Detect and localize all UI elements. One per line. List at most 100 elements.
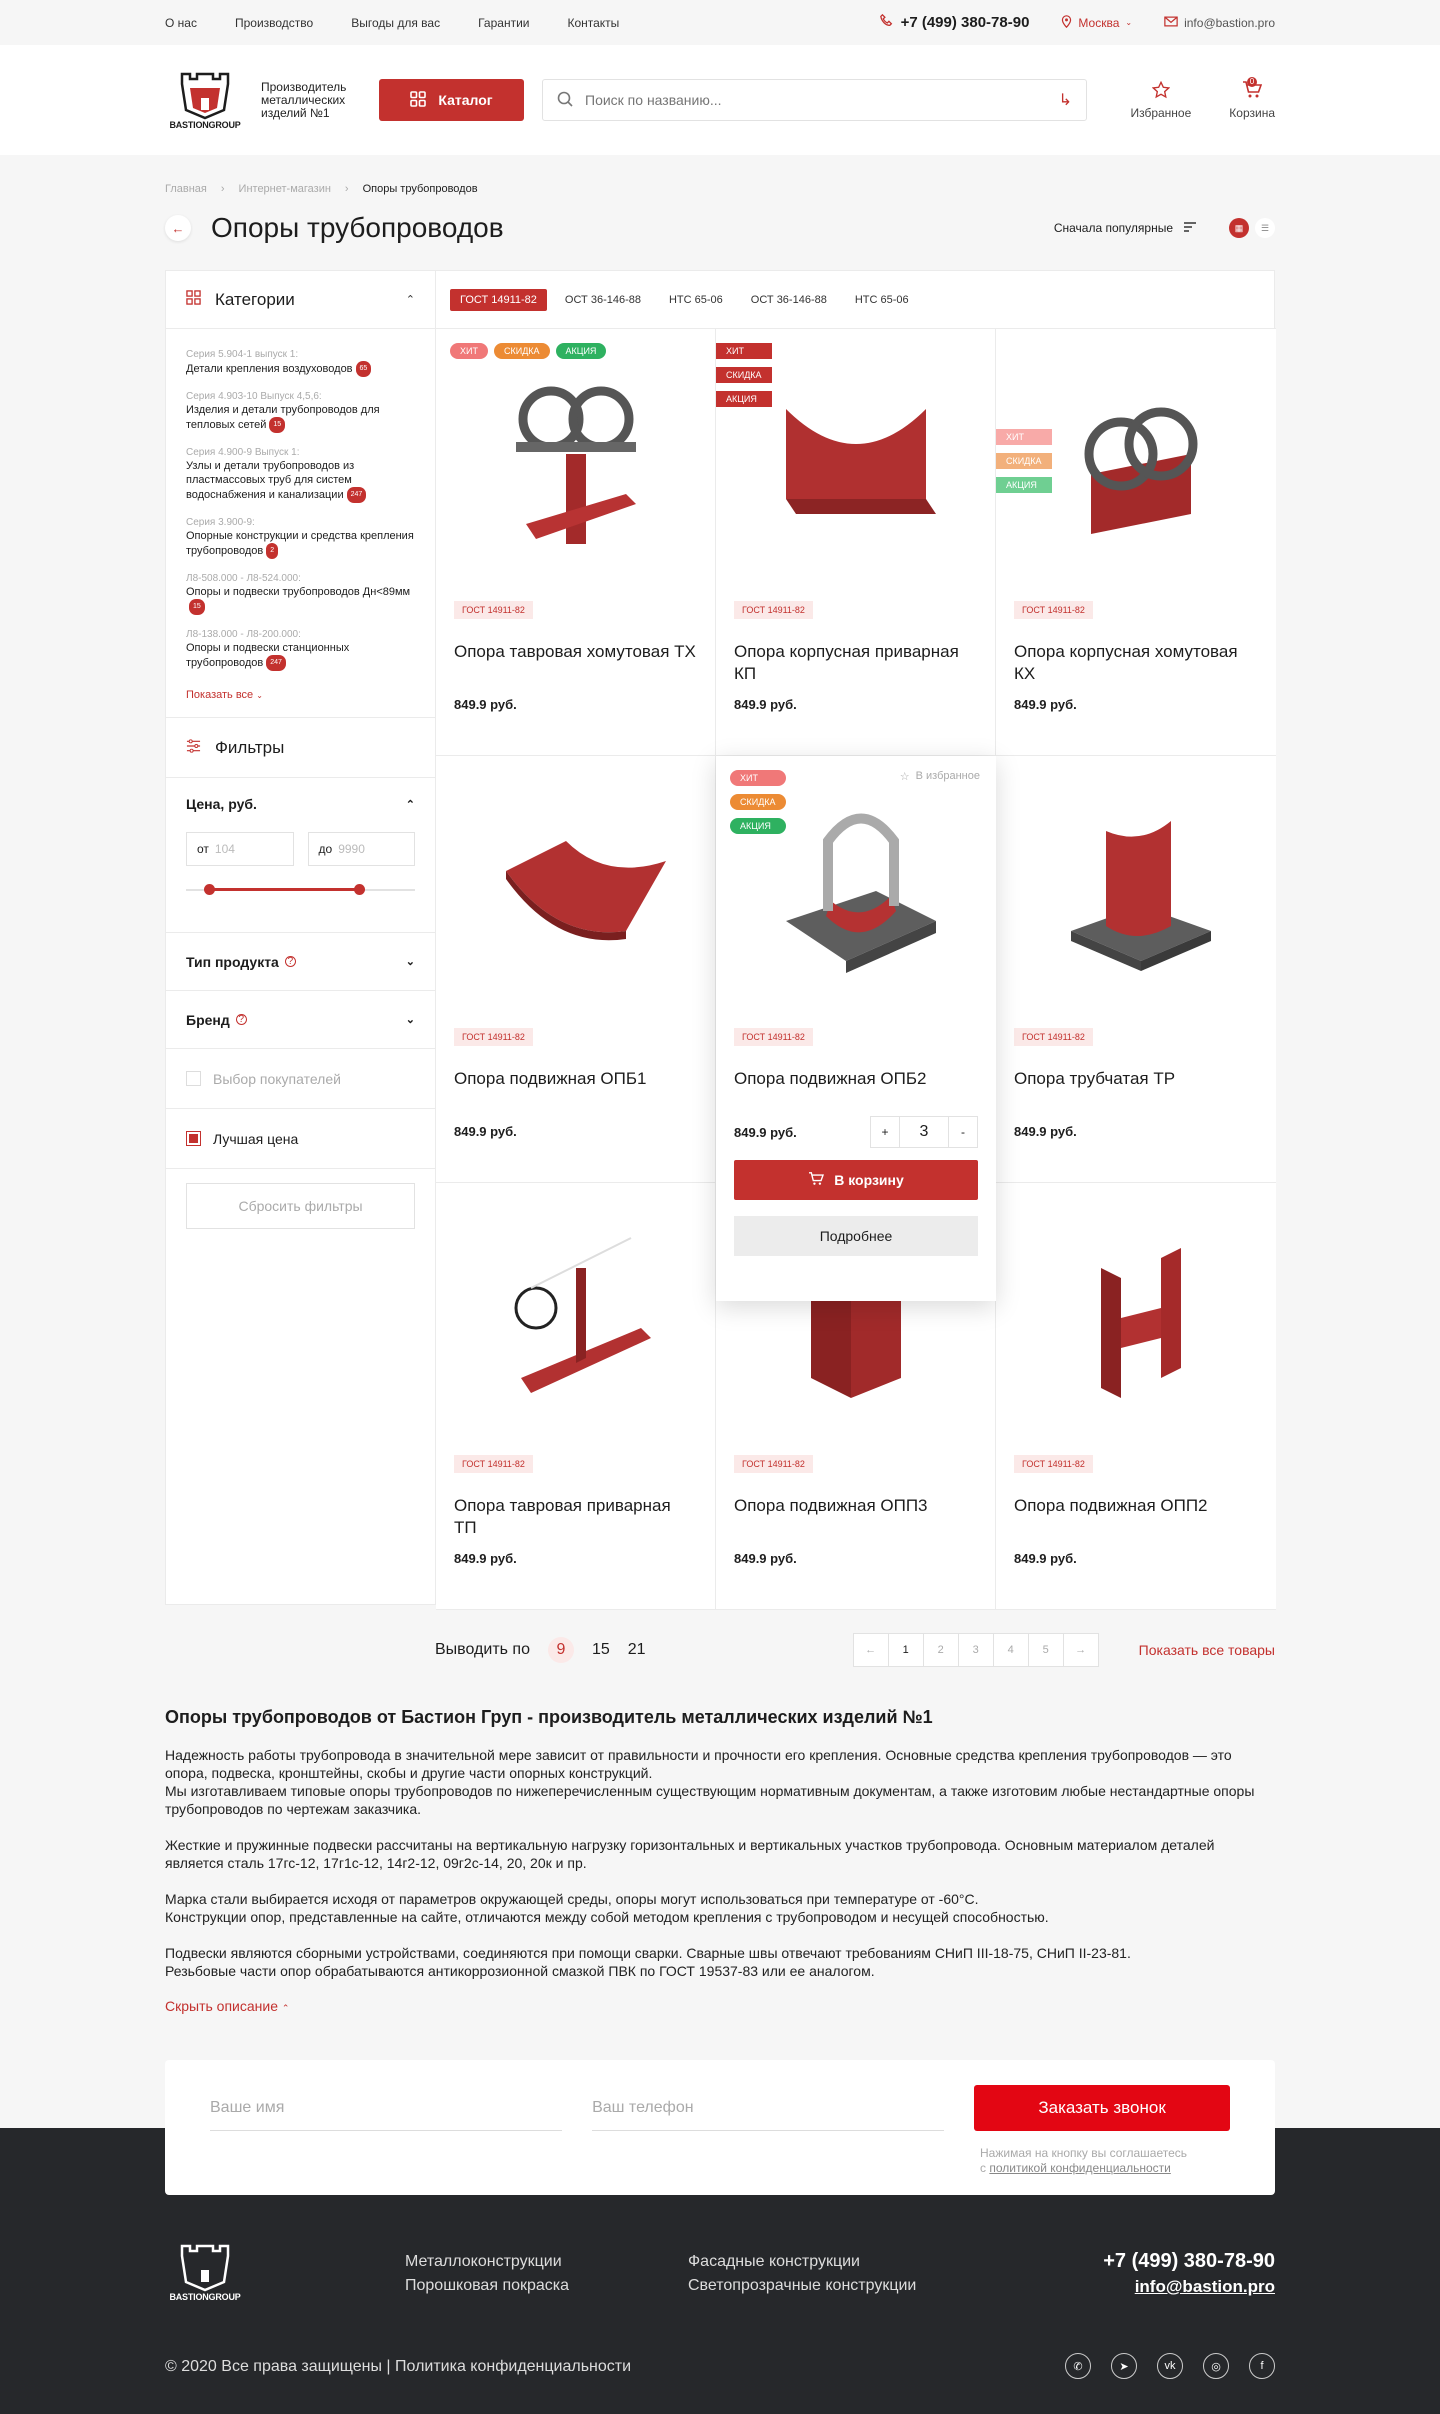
product-name[interactable]: Опора тавровая хомутовая ТХ <box>454 641 697 685</box>
category-item[interactable]: Серия 5.904-1 выпуск 1: Детали крепления… <box>186 349 415 377</box>
product-image[interactable] <box>454 329 697 579</box>
product-card[interactable]: ХИТ СКИДКА АКЦИЯ ГОСТ 14911-82 Опора кор… <box>996 329 1276 756</box>
question-icon[interactable]: ? <box>235 1014 247 1025</box>
per-page-21[interactable]: 21 <box>628 1641 646 1659</box>
product-name[interactable]: Опора тавровая приварная ТП <box>454 1495 697 1539</box>
product-image[interactable] <box>1014 756 1258 1006</box>
tag-nts-65-06[interactable]: НТС 65-06 <box>659 289 733 311</box>
next-page-arrow-icon[interactable]: → <box>1062 1633 1099 1667</box>
page-link[interactable]: 5 <box>1027 1633 1064 1667</box>
footer-link-powder[interactable]: Порошковая покраска <box>405 2274 569 2298</box>
city-selector[interactable]: Москва ⌄ <box>1061 14 1132 31</box>
page-link[interactable]: 4 <box>992 1633 1029 1667</box>
catalog-button[interactable]: Каталог <box>379 79 524 121</box>
category-item[interactable]: Серия 4.903-10 Выпуск 4,5,6: Изделия и д… <box>186 391 415 433</box>
price-to-field[interactable]: до 9990 <box>307 832 415 866</box>
show-all-products-link[interactable]: Показать все товары <box>1139 1642 1275 1658</box>
product-card[interactable]: ГОСТ 14911-82 Опора подвижная ОПБ1 849.9… <box>436 756 716 1183</box>
product-name[interactable]: Опора трубчатая ТР <box>1014 1068 1258 1112</box>
category-item[interactable]: Серия 4.900-9 Выпуск 1: Узлы и детали тр… <box>186 447 415 503</box>
footer-link-facade[interactable]: Фасадные конструкции <box>688 2250 916 2274</box>
product-name[interactable]: Опора корпусная приварная КП <box>734 641 977 685</box>
top-nav-contacts[interactable]: Контакты <box>567 16 619 30</box>
categories-header[interactable]: Категории ⌃ <box>166 271 435 329</box>
top-nav-guarantees[interactable]: Гарантии <box>478 16 529 30</box>
telegram-icon[interactable]: ➤ <box>1111 2353 1137 2379</box>
product-card[interactable]: ХИТ СКИДКА АКЦИЯ ГОСТ 14911-82 Опора кор… <box>716 329 996 756</box>
product-image[interactable] <box>454 1183 697 1433</box>
product-card[interactable]: ХИТ СКИДКА АКЦИЯ ГОСТ 14911-82 Опора тав… <box>436 329 716 756</box>
footer-privacy-link[interactable]: Политика конфиденциальности <box>395 2358 631 2375</box>
product-name[interactable]: Опора корпусная хомутовая КХ <box>1014 641 1258 685</box>
top-nav-production[interactable]: Производство <box>235 16 313 30</box>
qty-value[interactable]: 3 <box>899 1117 949 1147</box>
footer-logo[interactable]: BASTIONGROUP <box>165 2236 245 2308</box>
facebook-icon[interactable]: f <box>1249 2353 1275 2379</box>
question-icon[interactable]: ? <box>284 956 296 967</box>
price-from-field[interactable]: от 104 <box>186 832 294 866</box>
page-link[interactable]: 3 <box>957 1633 994 1667</box>
grid-view-icon[interactable]: ▦ <box>1229 218 1249 238</box>
instagram-icon[interactable]: ◎ <box>1203 2353 1229 2379</box>
category-item[interactable]: Серия 3.900-9: Опорные конструкции и сре… <box>186 517 415 559</box>
product-type-filter[interactable]: Тип продукта ? ⌄ <box>166 933 435 991</box>
enter-arrow-icon[interactable]: ↳ <box>1059 90 1072 110</box>
logo[interactable]: BASTIONGROUP <box>165 64 245 136</box>
whatsapp-icon[interactable]: ✆ <box>1065 2353 1091 2379</box>
callback-phone-field[interactable]: Ваш телефон <box>592 2085 945 2131</box>
top-phone-link[interactable]: +7 (499) 380-78-90 <box>879 13 1029 31</box>
order-call-button[interactable]: Заказать звонок <box>974 2085 1230 2131</box>
slider-handle-min[interactable] <box>204 884 215 895</box>
product-image[interactable] <box>1014 1183 1258 1433</box>
category-item[interactable]: Л8-138.000 - Л8-200.000: Опоры и подвеск… <box>186 629 415 671</box>
category-item[interactable]: Л8-508.000 - Л8-524.000: Опоры и подвеск… <box>186 573 415 615</box>
privacy-policy-link[interactable]: политикой конфиденциальности <box>989 2161 1170 2175</box>
product-name[interactable]: Опора подвижная ОПП3 <box>734 1495 977 1539</box>
back-button[interactable]: ← <box>165 215 191 241</box>
page-link[interactable]: 2 <box>922 1633 959 1667</box>
tag-ost-36-146[interactable]: ОСТ 36-146-88 <box>555 289 651 311</box>
product-card[interactable]: ГОСТ 14911-82 Опора тавровая приварная Т… <box>436 1183 716 1610</box>
product-name[interactable]: Опора подвижная ОПП2 <box>1014 1495 1258 1539</box>
breadcrumb-home[interactable]: Главная <box>165 183 207 203</box>
tag-ost-36-146[interactable]: ОСТ 36-146-88 <box>741 289 837 311</box>
footer-link-glazing[interactable]: Светопрозрачные конструкции <box>688 2274 916 2298</box>
show-all-categories-link[interactable]: Показать все ⌄ <box>186 689 263 701</box>
top-nav-about[interactable]: О нас <box>165 16 197 30</box>
price-filter-header[interactable]: Цена, руб. ⌃ <box>186 796 415 812</box>
qty-increase-button[interactable]: + <box>871 1117 899 1147</box>
product-name[interactable]: Опора подвижная ОПБ1 <box>454 1068 697 1112</box>
per-page-9[interactable]: 9 <box>547 1637 574 1663</box>
product-name[interactable]: Опора подвижная ОПБ2 <box>734 1068 978 1112</box>
product-card-hovered[interactable]: ХИТ СКИДКА АКЦИЯ ☆ В избранное ГОСТ 1491… <box>716 756 996 1301</box>
buyers-choice-checkbox[interactable]: Выбор покупателей <box>166 1049 435 1109</box>
prev-page-arrow-icon[interactable]: ← <box>852 1633 889 1667</box>
cart-link[interactable]: 0 Корзина <box>1229 76 1275 120</box>
footer-email[interactable]: info@bastion.pro <box>1103 2274 1275 2300</box>
favorites-link[interactable]: Избранное <box>1130 80 1191 120</box>
list-view-icon[interactable]: ☰ <box>1255 218 1275 238</box>
details-button[interactable]: Подробнее <box>734 1216 978 1256</box>
search-input[interactable] <box>585 92 1047 108</box>
per-page-15[interactable]: 15 <box>592 1641 610 1659</box>
top-nav-benefits[interactable]: Выгоды для вас <box>351 16 440 30</box>
sort-selector[interactable]: Сначала популярные <box>1054 221 1197 236</box>
page-link[interactable]: 1 <box>887 1633 924 1667</box>
add-to-favorites[interactable]: ☆ В избранное <box>900 770 980 783</box>
footer-phone[interactable]: +7 (499) 380-78-90 <box>1103 2248 1275 2274</box>
qty-decrease-button[interactable]: - <box>949 1117 977 1147</box>
reset-filters-button[interactable]: Сбросить фильтры <box>186 1183 415 1229</box>
brand-filter[interactable]: Бренд ? ⌄ <box>166 991 435 1049</box>
callback-name-field[interactable]: Ваше имя <box>210 2085 563 2131</box>
add-to-cart-button[interactable]: В корзину <box>734 1160 978 1200</box>
product-image[interactable] <box>454 756 697 1006</box>
tag-nts-65-06[interactable]: НТС 65-06 <box>845 289 919 311</box>
tag-gost-14911[interactable]: ГОСТ 14911-82 <box>450 288 547 311</box>
hide-description-link[interactable]: Скрыть описание ⌃ <box>165 1998 289 2014</box>
best-price-checkbox[interactable]: Лучшая цена <box>166 1109 435 1169</box>
footer-link-metal[interactable]: Металлоконструкции <box>405 2250 569 2274</box>
top-email-link[interactable]: info@bastion.pro <box>1164 16 1275 30</box>
slider-handle-max[interactable] <box>353 884 365 895</box>
product-card[interactable]: ГОСТ 14911-82 Опора трубчатая ТР 849.9 р… <box>996 756 1276 1183</box>
breadcrumb-shop[interactable]: Интернет-магазин <box>239 183 331 203</box>
